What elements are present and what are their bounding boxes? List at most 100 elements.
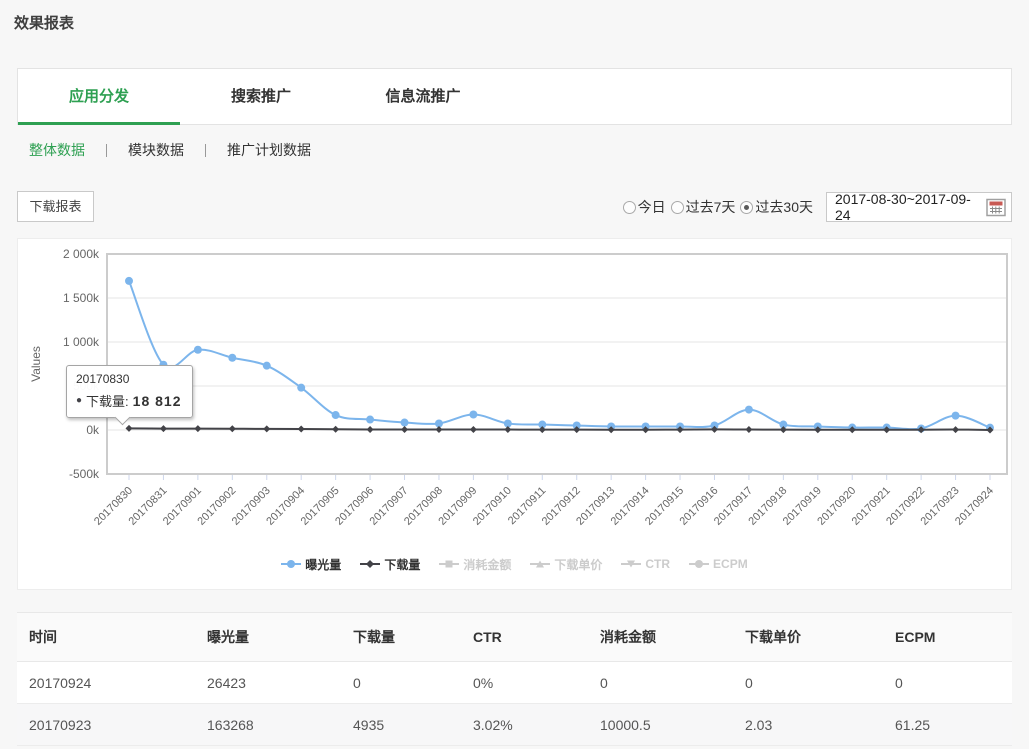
radio-label: 过去7天: [686, 197, 736, 217]
table-header-row: 时间曝光量下载量CTR消耗金额下载单价ECPM: [17, 613, 1012, 662]
table-header-cell: 时间: [17, 613, 195, 662]
data-point-downloads: [401, 426, 408, 433]
data-point-impressions: [194, 346, 202, 354]
table-cell: 3.02%: [461, 704, 588, 746]
data-point-impressions: [263, 362, 271, 370]
data-point-downloads: [263, 425, 270, 432]
radio-past7days[interactable]: 过去7天: [671, 197, 736, 217]
legend-item-cost[interactable]: 消耗金额: [439, 556, 511, 573]
tooltip-date: 20170830: [76, 372, 183, 386]
data-point-impressions: [469, 411, 477, 419]
data-point-impressions: [745, 406, 753, 414]
table-cell: 4935: [341, 704, 461, 746]
series-line-downloads: [129, 428, 990, 430]
report-table: 时间曝光量下载量CTR消耗金额下载单价ECPM 201709242642300%…: [17, 612, 1012, 746]
data-point-impressions: [125, 277, 133, 285]
table-cell: 2.03: [733, 704, 883, 746]
date-filter-group: 今日 过去7天 过去30天 2017-08-30~2017-09-24: [623, 192, 1012, 222]
chart-legend: 曝光量 下载量 消耗金额 下载单价 CTR ECPM: [18, 553, 1011, 575]
y-tick-label: 2 000k: [63, 247, 100, 261]
main-tabbar: 应用分发 搜索推广 信息流推广: [17, 68, 1012, 125]
legend-label: 下载单价: [554, 556, 602, 573]
radio-circle-icon: [740, 201, 753, 214]
radio-circle-icon: [623, 201, 636, 214]
legend-label: 曝光量: [305, 556, 341, 573]
tab-app-distribution[interactable]: 应用分发: [18, 69, 180, 124]
divider: [205, 144, 206, 157]
legend-label: ECPM: [713, 557, 748, 571]
table-header-cell: 下载量: [341, 613, 461, 662]
tab-feed-promotion[interactable]: 信息流推广: [342, 69, 504, 124]
data-point-downloads: [367, 426, 374, 433]
data-point-impressions: [366, 416, 374, 424]
data-point-downloads: [298, 426, 305, 433]
legend-marker-diamond-icon: [360, 558, 380, 570]
data-point-downloads: [194, 425, 201, 432]
table-header-cell: 下载单价: [733, 613, 883, 662]
data-point-downloads: [504, 426, 511, 433]
legend-marker-triangle-icon: [530, 558, 550, 570]
radio-circle-icon: [671, 201, 684, 214]
data-point-downloads: [470, 426, 477, 433]
table-cell: 0: [341, 662, 461, 704]
y-tick-label: 1 000k: [63, 335, 100, 349]
tab-search-promotion[interactable]: 搜索推广: [180, 69, 342, 124]
table-row: 2017092316326849353.02%10000.52.0361.25: [17, 704, 1012, 746]
legend-item-ctr[interactable]: CTR: [621, 557, 670, 571]
data-point-downloads: [952, 426, 959, 433]
legend-marker-square-icon: [439, 558, 459, 570]
table-header-cell: ECPM: [883, 613, 1012, 662]
subnav-overall-data[interactable]: 整体数据: [29, 140, 85, 160]
table-cell: 0: [588, 662, 733, 704]
series-line-impressions: [129, 281, 990, 429]
divider: [106, 144, 107, 157]
chart-tooltip: 20170830 ● 下载量: 18 812: [66, 365, 193, 418]
table-header-cell: 消耗金额: [588, 613, 733, 662]
data-point-downloads: [332, 426, 339, 433]
data-point-impressions: [297, 384, 305, 392]
table-cell: 0: [883, 662, 1012, 704]
legend-item-impressions[interactable]: 曝光量: [281, 556, 341, 573]
subnav-campaign-data[interactable]: 推广计划数据: [227, 140, 311, 160]
data-point-downloads: [126, 425, 133, 432]
legend-item-ecpm[interactable]: ECPM: [689, 557, 748, 571]
download-report-button[interactable]: 下载报表: [17, 191, 94, 222]
radio-today[interactable]: 今日: [623, 197, 666, 217]
tooltip-series-label: 下载量:: [86, 391, 129, 410]
sub-nav: 整体数据 模块数据 推广计划数据: [29, 141, 311, 159]
table-cell: 61.25: [883, 704, 1012, 746]
y-axis-title: Values: [29, 346, 43, 382]
page-title: 效果报表: [14, 12, 74, 33]
table-cell: 0: [733, 662, 883, 704]
legend-marker-triangle-down-icon: [621, 558, 641, 570]
chart-panel: 2 000k1 500k1 000k500k0k-500k20170830201…: [17, 238, 1012, 590]
data-point-downloads: [435, 426, 442, 433]
legend-label: 消耗金额: [463, 556, 511, 573]
y-tick-label: -500k: [69, 467, 100, 481]
legend-item-cost-per-download[interactable]: 下载单价: [530, 556, 602, 573]
y-tick-label: 0k: [86, 423, 100, 437]
table-row: 201709242642300%000: [17, 662, 1012, 704]
table-header-cell: 曝光量: [195, 613, 341, 662]
table-cell: 10000.5: [588, 704, 733, 746]
series-marker-dot: ●: [76, 395, 82, 406]
calendar-icon[interactable]: [986, 198, 1006, 217]
data-point-downloads: [160, 425, 167, 432]
table-cell: 20170924: [17, 662, 195, 704]
data-point-impressions: [952, 412, 960, 420]
data-point-impressions: [228, 354, 236, 362]
subnav-module-data[interactable]: 模块数据: [128, 140, 184, 160]
radio-past30days[interactable]: 过去30天: [740, 197, 813, 217]
radio-label: 今日: [638, 197, 666, 217]
y-tick-label: 1 500k: [63, 291, 100, 305]
table-cell: 26423: [195, 662, 341, 704]
data-point-downloads: [229, 425, 236, 432]
date-range-input[interactable]: 2017-08-30~2017-09-24: [826, 192, 1012, 222]
data-point-impressions: [401, 419, 409, 427]
legend-item-downloads[interactable]: 下载量: [360, 556, 420, 573]
legend-marker-circle-icon: [689, 558, 709, 570]
legend-label: 下载量: [384, 556, 420, 573]
date-range-value: 2017-08-30~2017-09-24: [827, 191, 986, 223]
table-header-cell: CTR: [461, 613, 588, 662]
plot-border: [107, 254, 1007, 474]
